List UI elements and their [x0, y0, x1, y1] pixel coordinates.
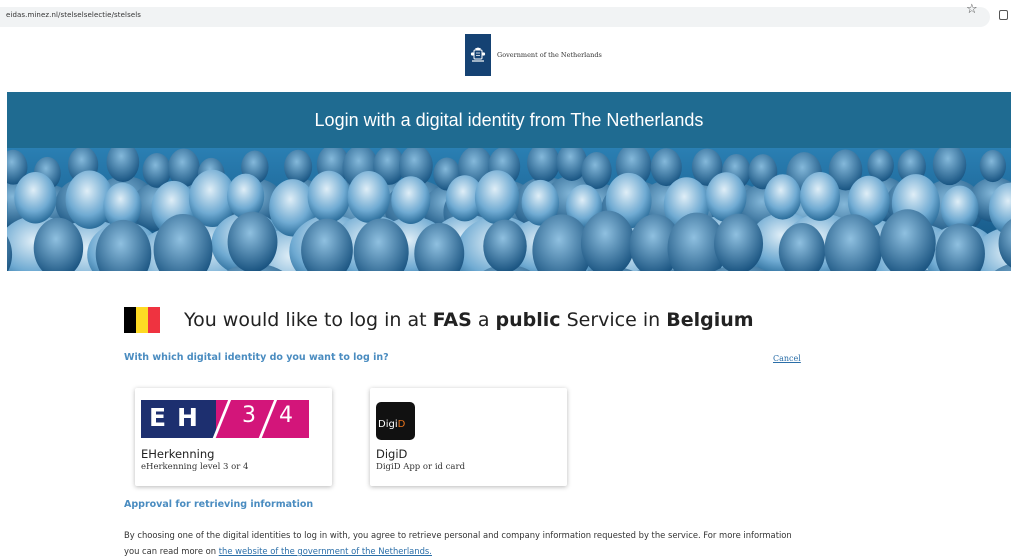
approval-text: By choosing one of the digital identitie… — [124, 527, 804, 559]
heading-text-3: Service in — [560, 309, 667, 331]
eherkenning-name: EHerkenning — [141, 447, 215, 461]
url-text[interactable]: eidas.minez.nl/stelselselectie/stelsels — [6, 11, 141, 19]
digid-name: DigiD — [376, 447, 408, 461]
logo-text: Government of the Netherlands — [497, 51, 602, 59]
digid-subtitle: DigiD App or id card — [376, 462, 466, 472]
digid-logo-accent: D — [397, 419, 406, 430]
puzzle-icon[interactable] — [999, 10, 1008, 20]
flag-stripe-red — [148, 307, 160, 333]
identity-question: With which digital identity do you want … — [124, 352, 389, 363]
eherkenning-subtitle: eHerkenning level 3 or 4 — [141, 462, 249, 472]
government-logo — [465, 34, 491, 76]
logo-slash — [256, 397, 279, 443]
eherkenning-level-3: 3 — [242, 403, 256, 428]
heading-country: Belgium — [666, 309, 754, 331]
eherkenning-level-4: 4 — [279, 403, 293, 428]
browser-address-bar: eidas.minez.nl/stelselselectie/stelsels … — [0, 0, 1011, 30]
government-website-link[interactable]: the website of the government of the Net… — [219, 546, 432, 556]
eherkenning-logo: E H 3 4 — [141, 397, 309, 443]
heading-text-1: You would like to log in at — [184, 309, 433, 331]
page-banner: Login with a digital identity from The N… — [7, 92, 1011, 148]
eherkenning-option-card[interactable]: E H 3 4 EHerkenning eHerkenning level 3 … — [135, 388, 332, 486]
page-title: Login with a digital identity from The N… — [314, 110, 704, 130]
approval-heading: Approval for retrieving information — [124, 499, 314, 510]
digid-logo-main: Digi — [378, 419, 398, 430]
heading-text-2: a — [471, 309, 496, 331]
eherkenning-logo-h: H — [177, 403, 198, 432]
crowd-banner-image — [7, 148, 1011, 271]
service-heading: You would like to log in at FAS a public… — [184, 309, 754, 331]
eherkenning-logo-left: E H — [141, 400, 216, 438]
belgium-flag-icon — [124, 307, 160, 333]
url-field[interactable]: eidas.minez.nl/stelselselectie/stelsels — [0, 7, 990, 27]
eherkenning-logo-right: 3 4 — [210, 397, 309, 443]
flag-stripe-black — [124, 307, 136, 333]
star-icon[interactable]: ☆ — [966, 2, 978, 18]
digid-option-card[interactable]: DigiD DigiD DigiD App or id card — [370, 388, 567, 486]
heading-org: FAS — [432, 309, 472, 331]
flag-stripe-yellow — [136, 307, 148, 333]
cancel-link[interactable]: Cancel — [773, 354, 801, 363]
eherkenning-logo-e: E — [149, 403, 167, 432]
digid-logo: DigiD — [376, 402, 415, 440]
coat-of-arms-icon — [470, 47, 486, 62]
heading-kind: public — [495, 309, 561, 331]
